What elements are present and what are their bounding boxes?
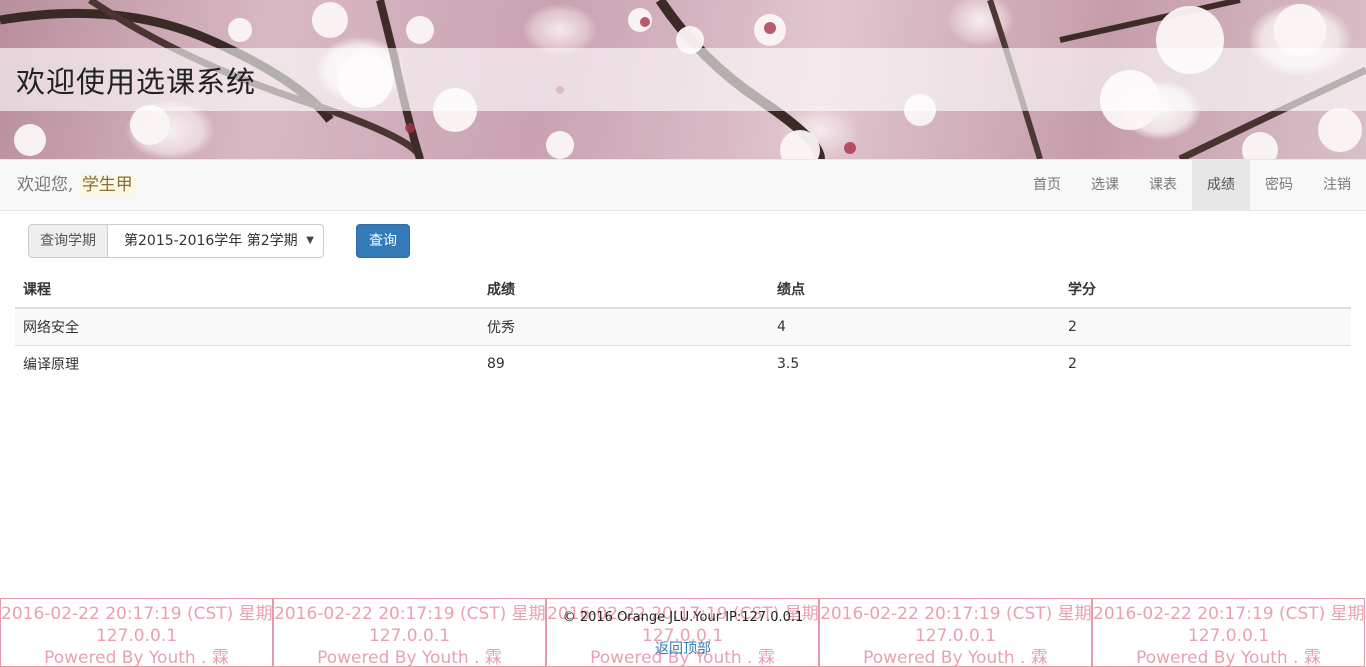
- column-header-gpa: 绩点: [769, 271, 1060, 309]
- nav-item-home[interactable]: 首页: [1018, 160, 1076, 210]
- welcome-prefix: 欢迎您,: [17, 175, 74, 195]
- column-header-score: 成绩: [479, 271, 769, 309]
- query-button[interactable]: 查询: [356, 224, 410, 258]
- term-query-group: 查询学期 第2015-2016学年 第2学期 ▼: [28, 224, 324, 258]
- cell-gpa: 3.5: [769, 344, 1060, 382]
- user-name: 学生甲: [78, 175, 136, 195]
- cell-credits: 2: [1060, 344, 1351, 382]
- nav-menu: 首页 选课 课表 成绩 密码 注销: [1018, 160, 1366, 210]
- table-row: 编译原理 89 3.5 2: [15, 344, 1351, 382]
- cell-gpa: 4: [769, 307, 1060, 345]
- term-query-label: 查询学期: [28, 224, 108, 258]
- header-banner: 欢迎使用选课系统: [0, 0, 1366, 159]
- welcome-text: 欢迎您, 学生甲: [17, 173, 136, 197]
- nav-item-password[interactable]: 密码: [1250, 160, 1308, 210]
- column-header-course: 课程: [15, 271, 479, 309]
- copyright-text: © 2016 Orange JLU.Your IP:127.0.0.1: [562, 610, 804, 625]
- cell-score: 优秀: [479, 307, 769, 345]
- back-to-top-link[interactable]: 返回顶部: [655, 641, 711, 657]
- column-header-credits: 学分: [1060, 271, 1351, 309]
- page-title: 欢迎使用选课系统: [16, 65, 257, 99]
- nav-item-grades[interactable]: 成绩: [1192, 160, 1250, 210]
- table-header-row: 课程 成绩 绩点 学分: [15, 271, 1351, 309]
- nav-item-logout[interactable]: 注销: [1308, 160, 1366, 210]
- grades-table: 课程 成绩 绩点 学分 网络安全 优秀 4 2 编译原理 89 3.5 2: [15, 271, 1351, 382]
- term-select-value: 第2015-2016学年 第2学期: [124, 233, 298, 249]
- cell-score: 89: [479, 344, 769, 382]
- cell-credits: 2: [1060, 307, 1351, 345]
- nav-item-course-selection[interactable]: 选课: [1076, 160, 1134, 210]
- top-navbar: 欢迎您, 学生甲 首页 选课 课表 成绩 密码 注销: [0, 159, 1366, 211]
- cell-course: 编译原理: [15, 344, 479, 382]
- back-to-top-wrapper: 返回顶部: [0, 639, 1366, 659]
- term-select[interactable]: 第2015-2016学年 第2学期 ▼: [108, 224, 324, 258]
- cell-course: 网络安全: [15, 307, 479, 345]
- chevron-down-icon: ▼: [306, 235, 314, 246]
- table-row: 网络安全 优秀 4 2: [15, 307, 1351, 345]
- nav-item-timetable[interactable]: 课表: [1134, 160, 1192, 210]
